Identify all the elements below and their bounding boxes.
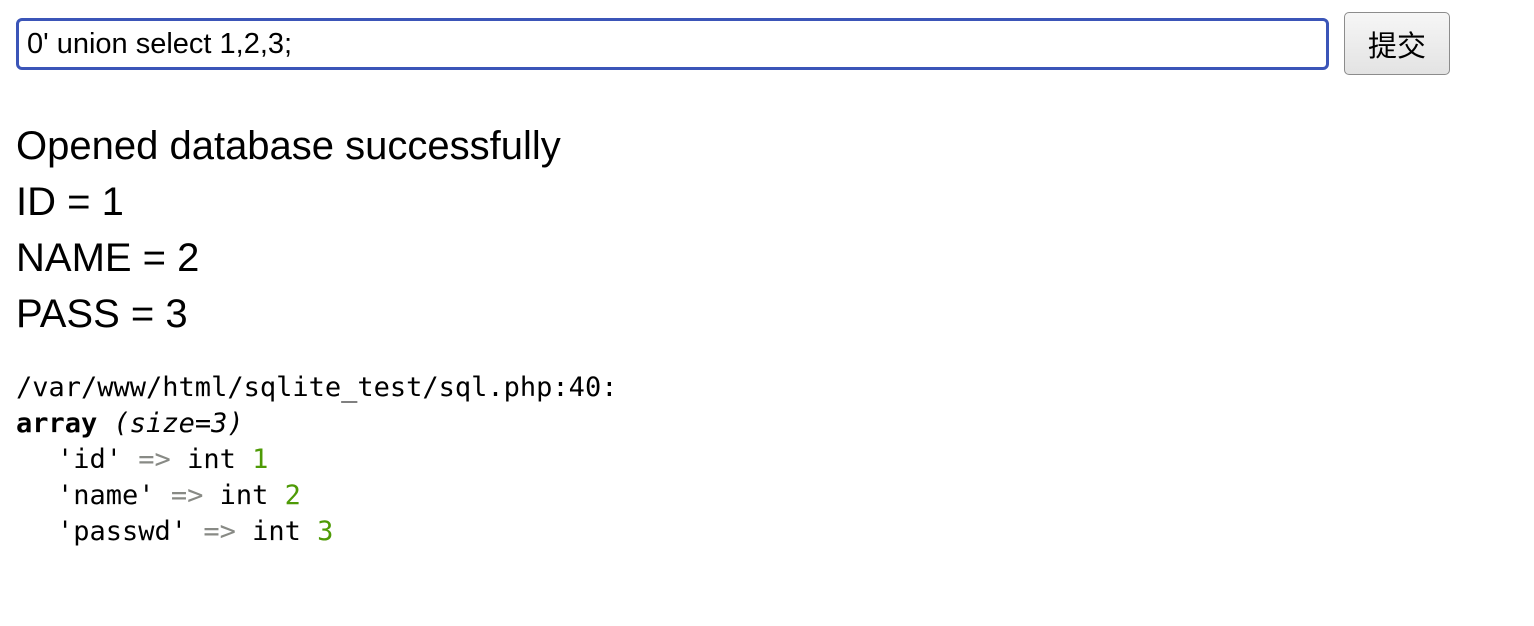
dump-entry: 'passwd' => int 3 [16, 514, 617, 550]
result-id: ID = 1 [16, 180, 124, 224]
dump-entry-type: int [187, 444, 236, 475]
dump-entry-key: 'name' [57, 480, 155, 511]
dump-entry-arrow: => [203, 516, 236, 547]
dump-entry-value: 2 [284, 480, 301, 511]
dump-entry-key: 'id' [57, 444, 123, 475]
dump-entry-value: 3 [317, 516, 334, 547]
query-input[interactable] [16, 18, 1329, 70]
dump-entry-type: int [219, 480, 269, 511]
dump-entry-key: 'passwd' [57, 516, 188, 547]
dump-size: (size=3) [113, 408, 244, 439]
result-name: NAME = 2 [16, 236, 200, 280]
query-form: 提交 [16, 12, 1456, 76]
dump-entry-arrow: => [138, 444, 171, 475]
dump-entry-value: 1 [252, 444, 269, 475]
dump-type-keyword: array [16, 408, 98, 439]
dump-entry: 'id' => int 1 [16, 442, 617, 478]
status-message: Opened database successfully [16, 124, 561, 168]
submit-button[interactable]: 提交 [1344, 12, 1450, 75]
dump-entry-type: int [252, 516, 301, 547]
dump-location: /var/www/html/sqlite_test/sql.php:40: [16, 372, 618, 403]
var-dump-output: /var/www/html/sqlite_test/sql.php:40: ar… [16, 370, 617, 550]
query-output: Opened database successfully ID = 1 NAME… [16, 118, 561, 342]
dump-entry-arrow: => [170, 480, 204, 511]
dump-entry: 'name' => int 2 [16, 478, 617, 514]
result-pass: PASS = 3 [16, 292, 188, 336]
